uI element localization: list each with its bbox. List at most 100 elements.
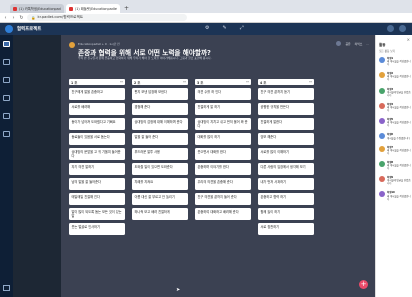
share-icon[interactable] bbox=[336, 41, 342, 46]
activity-desc: 새 게시물을 작성했습니다 bbox=[387, 148, 411, 155]
column-menu-icon[interactable]: ⋯ bbox=[183, 80, 186, 84]
post-card[interactable]: 친절하게 말 하기 bbox=[195, 103, 251, 115]
grid-icon[interactable] bbox=[3, 77, 10, 83]
post-card[interactable]: 친구에게 말을 존중하고 bbox=[69, 88, 125, 100]
browser-tab[interactable]: (1) 카톡학생(Educationpadlet) × bbox=[10, 4, 64, 13]
home-icon[interactable] bbox=[3, 41, 10, 47]
activity-subtitle[interactable]: 모든 활동 보기 bbox=[379, 49, 395, 53]
activity-item[interactable]: 학생2 새 게시물을 작성했습니다 bbox=[379, 72, 411, 81]
activity-text: 학생4 새 게시물을 작성했습니다 bbox=[387, 103, 411, 112]
activity-text: 학생9 게시물에 댓글을 달았습니다 bbox=[387, 176, 411, 185]
post-card[interactable]: 동이가 넘어져 도와줬다고 기뻐요 bbox=[69, 118, 125, 130]
post-card[interactable]: 편지 보낸 답장해 보낸다 bbox=[132, 88, 188, 100]
board-icon[interactable] bbox=[3, 59, 10, 65]
app-logo-icon[interactable] bbox=[5, 25, 13, 33]
post-card[interactable]: 존중하여 대화하고 배려해 준다 bbox=[195, 208, 251, 221]
left-rail bbox=[0, 35, 13, 297]
list-icon[interactable] bbox=[3, 95, 10, 101]
people-icon[interactable] bbox=[3, 113, 10, 119]
post-card[interactable]: 내가 먼저 사과하기 bbox=[258, 178, 314, 190]
avatar bbox=[379, 133, 385, 140]
post-card[interactable]: 경청해 준다 bbox=[132, 103, 188, 115]
column-menu-icon[interactable]: ⋯ bbox=[120, 80, 123, 84]
post-card[interactable]: 양보 해준다 bbox=[258, 133, 314, 145]
post-card[interactable]: 의견 수를 하 인다 bbox=[195, 88, 251, 100]
post-card[interactable]: 다른 사람의 입장에서 생각해 보기 bbox=[258, 163, 314, 175]
activity-desc: 새 게시물을 작성했습니다 bbox=[387, 75, 411, 82]
forward-icon[interactable]: › bbox=[11, 15, 16, 21]
post-card[interactable]: 하나씩 보고 배려 친절하게 bbox=[132, 208, 188, 220]
post-card[interactable]: 존중하고 협력 하기 bbox=[258, 193, 314, 205]
post-card[interactable]: 남의 말을 잘 들어준다 bbox=[69, 178, 125, 191]
avatar bbox=[379, 102, 385, 109]
activity-desc: 새 게시물을 작성했습니다 bbox=[387, 60, 411, 67]
post-card[interactable]: 함께 놀이 하기 bbox=[258, 208, 314, 220]
column-header[interactable]: 2 조 ⋯ bbox=[132, 79, 188, 85]
post-card[interactable]: 도와줄 일이 있으면 도와준다 bbox=[132, 163, 188, 175]
post-card[interactable]: 서로 칭찬하기 bbox=[258, 223, 314, 235]
remix-button[interactable]: 리믹스 bbox=[355, 42, 363, 46]
activity-item[interactable]: 학생10 새 게시물을 작성했습니다 bbox=[379, 191, 411, 201]
column-menu-icon[interactable]: ⋯ bbox=[309, 80, 312, 84]
post-card[interactable]: 말을 잘 들어 준다 bbox=[132, 133, 188, 145]
share-button[interactable]: 공유 bbox=[345, 42, 350, 46]
post-card[interactable]: 서로를 배려해 bbox=[69, 103, 125, 115]
pen-icon[interactable]: ✎ bbox=[222, 25, 226, 31]
activity-item[interactable]: 학생9 게시물에 댓글을 달았습니다 bbox=[379, 176, 411, 185]
browser-tab-label: (1) 카톡학생(Educationpadlet) × bbox=[19, 7, 61, 11]
post-card[interactable]: 우리의 의견을 존중해 준다 bbox=[195, 178, 251, 191]
reload-icon[interactable]: ↻ bbox=[19, 15, 24, 21]
url-field[interactable]: 🔒 kr.padlet.com/협력프로젝트 bbox=[27, 14, 187, 21]
column-title: 3 조 bbox=[197, 80, 204, 85]
avatar[interactable] bbox=[399, 25, 406, 32]
new-tab-button[interactable]: + bbox=[124, 4, 129, 13]
header-tools: ⚙ ✎ ⤢ bbox=[205, 25, 244, 31]
column-header[interactable]: 4 조 ⋯ bbox=[258, 79, 314, 85]
activity-item[interactable]: 학생3 게시물에 댓글을 달았습니다 bbox=[379, 87, 411, 97]
activity-text: 학생2 새 게시물을 작성했습니다 bbox=[387, 72, 411, 81]
column-header[interactable]: 1 조 ⋯ bbox=[69, 79, 125, 85]
post-card[interactable]: 웃으면서 대화를 한다 bbox=[195, 148, 251, 161]
activity-item[interactable]: 학생8 새 게시물을 작성했습니다 bbox=[379, 160, 411, 170]
activity-item[interactable]: 학생7 새 게시물을 작성했습니다 bbox=[379, 145, 411, 155]
post-card[interactable]: 부드러운 말투 사용 bbox=[132, 148, 188, 160]
post-card[interactable]: 존중하며 이야기를 한다 bbox=[195, 163, 251, 176]
post-card[interactable]: 대화를 많이 하기 bbox=[195, 133, 251, 146]
activity-text: 학생5 새 게시물을 작성했습니다 bbox=[387, 118, 411, 127]
browser-tab-bar: (1) 카톡학생(Educationpadlet) × (1) 패들렛(Educ… bbox=[0, 0, 412, 13]
post-card[interactable]: 매일매일 친절해 진다 bbox=[69, 193, 125, 206]
expand-icon[interactable]: ⤢ bbox=[240, 25, 244, 31]
post-card[interactable]: 말이 많이 되도록 돕는 모든 것이 있는 말 bbox=[69, 208, 125, 221]
post-card[interactable]: 웃는 얼굴로 인사하기 bbox=[69, 223, 125, 236]
post-card[interactable]: 차례를 지켜요 bbox=[132, 178, 188, 190]
settings-icon[interactable] bbox=[3, 131, 10, 137]
activity-desc: 게시물에 댓글을 달았습니다 bbox=[387, 90, 411, 97]
post-card[interactable]: 이름 대신 잘 부르고 안 놀리기 bbox=[132, 193, 188, 205]
post-card[interactable]: 상대방의 문앞을 고 귀 기울여 들어준다 bbox=[69, 148, 125, 161]
activity-item[interactable]: 학생6 게시물을 수정했습니다 bbox=[379, 133, 411, 140]
settings-icon[interactable]: ⚙ bbox=[205, 25, 209, 31]
column-header[interactable]: 3 조 ⋯ bbox=[195, 79, 251, 85]
browser-tab-active[interactable]: (1) 패들렛(Educationpadlet) × bbox=[66, 4, 120, 13]
back-icon[interactable]: ‹ bbox=[3, 15, 8, 21]
post-card[interactable]: 상대방의 감정에 대해 이해하며 준다 bbox=[132, 118, 188, 130]
column-menu-icon[interactable]: ⋯ bbox=[246, 80, 249, 84]
activity-item[interactable]: 학생5 새 게시물을 작성했습니다 bbox=[379, 118, 411, 127]
post-card[interactable]: 친구 의견을 끝까지 들어 준다 bbox=[195, 193, 251, 206]
add-post-button[interactable]: + bbox=[359, 280, 368, 289]
post-card[interactable]: 친구 의견 끝까지 듣기 bbox=[258, 88, 314, 100]
post-card[interactable]: 동료들이 있음을 서로 돕는다 bbox=[69, 133, 125, 145]
post-card[interactable]: 자기 의견 말하기 bbox=[69, 163, 125, 176]
post-card[interactable]: 공평한 규칙을 만든다 bbox=[258, 103, 314, 115]
post-card[interactable]: 친절하게 말한다 bbox=[258, 118, 314, 130]
more-button[interactable]: ··· bbox=[366, 42, 369, 46]
notification-icon[interactable] bbox=[387, 25, 394, 32]
logout-icon[interactable] bbox=[3, 285, 10, 291]
app-title: 협력프로젝트 bbox=[17, 27, 42, 32]
activity-item[interactable]: 학생1 새 게시물을 작성했습니다 bbox=[379, 57, 411, 66]
post-card[interactable]: 서로를 많이 이해하기 bbox=[258, 148, 314, 160]
post-card[interactable]: 상대방이 지치고 쉬고 먼저 물어 봐 준다 bbox=[195, 118, 251, 131]
activity-item[interactable]: 학생4 새 게시물을 작성했습니다 bbox=[379, 102, 411, 112]
column-title: 2 조 bbox=[134, 80, 141, 85]
close-icon[interactable]: × bbox=[407, 37, 410, 42]
